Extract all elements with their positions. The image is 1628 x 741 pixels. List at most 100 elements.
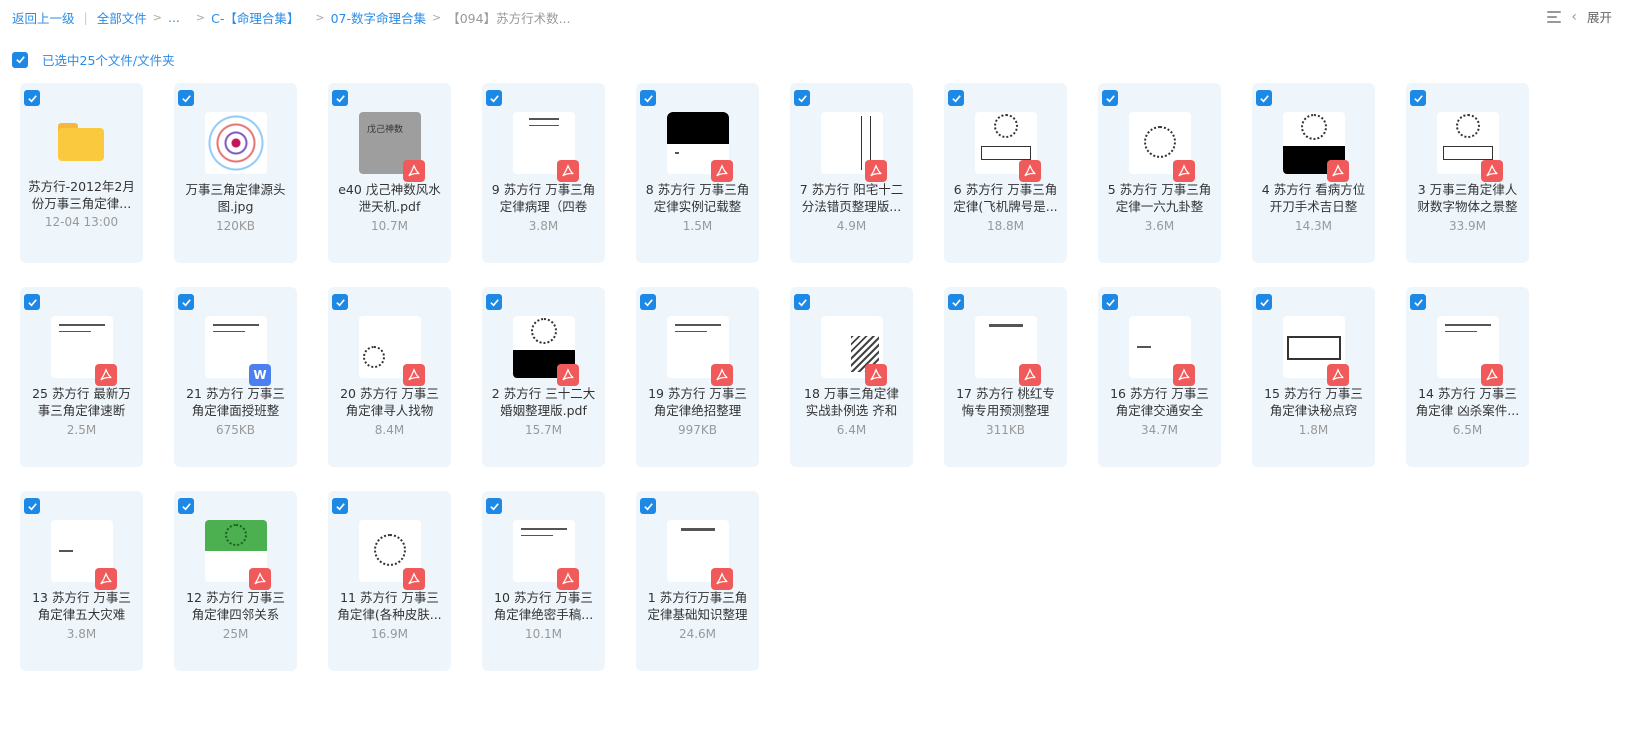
tile-checkbox[interactable] [948,90,964,106]
tile-checkbox[interactable] [24,90,40,106]
file-thumbnail [205,112,267,174]
file-tile[interactable]: 3 万事三角定律人财数字物体之景整 33.9M [1406,83,1529,263]
file-tile[interactable]: 8 苏方行 万事三角定律实例记载整 1.5M [636,83,759,263]
file-size: 25M [222,627,249,641]
tile-checkbox[interactable] [24,294,40,310]
pdf-file-icon [403,568,425,590]
file-name: e40 戊己神数风水泄天机.pdf [338,182,441,214]
tile-checkbox[interactable] [486,498,502,514]
file-size: 311KB [985,423,1025,437]
file-tile[interactable]: 14 苏方行 万事三角定律 凶杀案件... 6.5M [1406,287,1529,467]
file-size: 3.8M [66,627,97,641]
file-tile[interactable]: 戊己神数 e40 戊己神数风水泄天机.pdf 10.7M [328,83,451,263]
tile-checkbox[interactable] [1102,294,1118,310]
file-tile[interactable]: 15 苏方行 万事三角定律诀秘点窍整... 1.8M [1252,287,1375,467]
file-size: 3.6M [1144,219,1175,233]
tile-checkbox[interactable] [24,498,40,514]
file-name: 万事三角定律源头图.jpg [185,182,286,214]
pdf-file-icon [95,568,117,590]
list-view-icon[interactable] [1547,10,1562,23]
tile-checkbox[interactable] [1256,90,1272,106]
file-tile[interactable]: 11 苏方行 万事三角定律(各种皮肤... 16.9M [328,491,451,671]
file-name: 4 苏方行 看病方位开刀手术吉日整 [1261,182,1366,214]
tile-checkbox[interactable] [486,90,502,106]
file-tile[interactable]: 7 苏方行 阳宅十二分法错页整理版... 4.9M [790,83,913,263]
file-size: 33.9M [1448,219,1487,233]
file-name: 14 苏方行 万事三角定律 凶杀案件... [1415,386,1520,418]
file-name: 18 万事三角定律实战卦例选 齐和平... [804,386,899,418]
file-tile[interactable]: 18 万事三角定律实战卦例选 齐和平... 6.4M [790,287,913,467]
file-name: 3 万事三角定律人财数字物体之景整 [1417,182,1518,214]
file-name: 13 苏方行 万事三角定律五大灾难整... [32,590,131,622]
pdf-file-icon [1019,364,1041,386]
file-size: 997KB [677,423,717,437]
tile-checkbox[interactable] [486,294,502,310]
file-name: 11 苏方行 万事三角定律(各种皮肤... [337,590,442,622]
file-tile[interactable]: 19 苏方行 万事三角定律绝招整理版... 997KB [636,287,759,467]
file-tile[interactable]: 17 苏方行 桃红专悔专用预测整理版... 311KB [944,287,1067,467]
tile-checkbox[interactable] [332,498,348,514]
pdf-file-icon [557,568,579,590]
file-tile[interactable]: 10 苏方行 万事三角定律绝密手稿... 10.1M [482,491,605,671]
back-link[interactable]: 返回上一级 [12,8,75,27]
breadcrumb: 返回上一级 | 全部文件 > ... > C-【命理合集】 > 07-数字命理合… [12,8,571,27]
pdf-file-icon [1327,364,1349,386]
tile-checkbox[interactable] [640,90,656,106]
file-name: 8 苏方行 万事三角定律实例记载整 [645,182,750,214]
pdf-file-icon [557,364,579,386]
file-tile[interactable]: 12 苏方行 万事三角定律四邻关系整... 25M [174,491,297,671]
tile-checkbox[interactable] [948,294,964,310]
pdf-file-icon [1327,160,1349,182]
file-tile[interactable]: 1 苏方行万事三角定律基础知识整理 24.6M [636,491,759,671]
file-name: 12 苏方行 万事三角定律四邻关系整... [186,590,285,622]
file-size: 675KB [215,423,255,437]
file-tile[interactable]: 16 苏方行 万事三角定律交通安全整... 34.7M [1098,287,1221,467]
expand-button[interactable]: 展开 [1587,7,1612,26]
tile-checkbox[interactable] [794,294,810,310]
file-tile[interactable]: 万事三角定律源头图.jpg 120KB [174,83,297,263]
chevron-left-icon[interactable]: ‹ [1571,9,1577,25]
file-tile[interactable]: 6 苏方行 万事三角定律(飞机牌号是... 18.8M [944,83,1067,263]
pdf-file-icon [865,160,887,182]
breadcrumb-chevron-icon: > [315,11,325,24]
breadcrumb-ellipsis[interactable]: ... [168,10,180,25]
pdf-file-icon [711,160,733,182]
file-tile[interactable]: 2 苏方行 三十二大婚姻整理版.pdf 15.7M [482,287,605,467]
file-size: 14.3M [1294,219,1333,233]
tile-checkbox[interactable] [1410,294,1426,310]
pdf-file-icon [249,568,271,590]
file-name: 1 苏方行万事三角定律基础知识整理 [647,590,748,622]
file-name: 25 苏方行 最新万事三角定律速断 [32,386,131,418]
file-tile[interactable]: 9 苏方行 万事三角定律病理（四卷 3.8M [482,83,605,263]
breadcrumb-level2[interactable]: 07-数字命理合集 [331,8,426,27]
breadcrumb-chevron-icon: > [195,11,206,24]
tile-checkbox[interactable] [178,90,194,106]
file-tile[interactable]: W21 苏方行 万事三角定律面授班整理... 675KB [174,287,297,467]
tile-checkbox[interactable] [1102,90,1118,106]
breadcrumb-level1[interactable]: C-【命理合集】 [211,8,299,27]
tile-checkbox[interactable] [178,498,194,514]
select-all-checkbox[interactable] [12,51,28,68]
breadcrumb-all-files[interactable]: 全部文件 [97,8,147,27]
tile-checkbox[interactable] [794,90,810,106]
file-size: 1.5M [682,219,713,233]
file-date: 12-04 13:00 [44,215,119,229]
tile-checkbox[interactable] [332,294,348,310]
tile-checkbox[interactable] [1410,90,1426,106]
file-tile[interactable]: 4 苏方行 看病方位开刀手术吉日整 14.3M [1252,83,1375,263]
file-name: 10 苏方行 万事三角定律绝密手稿... [493,590,594,622]
file-tile[interactable]: 5 苏方行 万事三角定律一六九卦整 3.6M [1098,83,1221,263]
tile-checkbox[interactable] [640,498,656,514]
file-tile[interactable]: 25 苏方行 最新万事三角定律速断 2.5M [20,287,143,467]
file-tile[interactable]: 13 苏方行 万事三角定律五大灾难整... 3.8M [20,491,143,671]
tile-checkbox[interactable] [1256,294,1272,310]
tile-checkbox[interactable] [332,90,348,106]
breadcrumb-chevron-icon: > [152,11,162,24]
file-name: 19 苏方行 万事三角定律绝招整理版... [648,386,747,418]
tile-checkbox[interactable] [178,294,194,310]
file-tile[interactable]: 20 苏方行 万事三角定律寻人找物 8.4M [328,287,451,467]
tile-checkbox[interactable] [640,294,656,310]
file-name: 17 苏方行 桃红专悔专用预测整理版... [956,386,1055,418]
file-name: 7 苏方行 阳宅十二分法错页整理版... [799,182,904,214]
folder-tile[interactable]: 苏方行-2012年2月份万事三角定律... 12-04 13:00 [20,83,143,263]
